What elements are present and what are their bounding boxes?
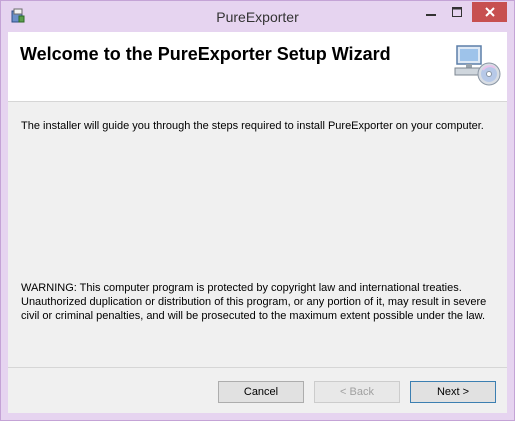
wizard-banner: Welcome to the PureExporter Setup Wizard (8, 32, 507, 102)
wizard-heading: Welcome to the PureExporter Setup Wizard (20, 44, 391, 64)
maximize-icon (452, 7, 462, 17)
cancel-button[interactable]: Cancel (218, 381, 304, 403)
title-bar[interactable]: PureExporter (1, 1, 514, 32)
back-button[interactable]: < Back (314, 381, 400, 403)
maximize-button[interactable] (444, 2, 470, 22)
wizard-client-area: Welcome to the PureExporter Setup Wizard… (8, 32, 507, 413)
next-button[interactable]: Next > (410, 381, 496, 403)
minimize-button[interactable] (418, 2, 444, 22)
intro-text: The installer will guide you through the… (21, 120, 484, 132)
footer-divider (8, 367, 507, 368)
installer-window: PureExporter Welcome to the PureExporter… (0, 0, 515, 421)
computer-cd-icon (453, 44, 501, 88)
copyright-warning: WARNING: This computer program is protec… (21, 282, 487, 322)
minimize-icon (426, 14, 436, 16)
close-button[interactable] (472, 2, 507, 22)
close-icon (484, 7, 495, 17)
